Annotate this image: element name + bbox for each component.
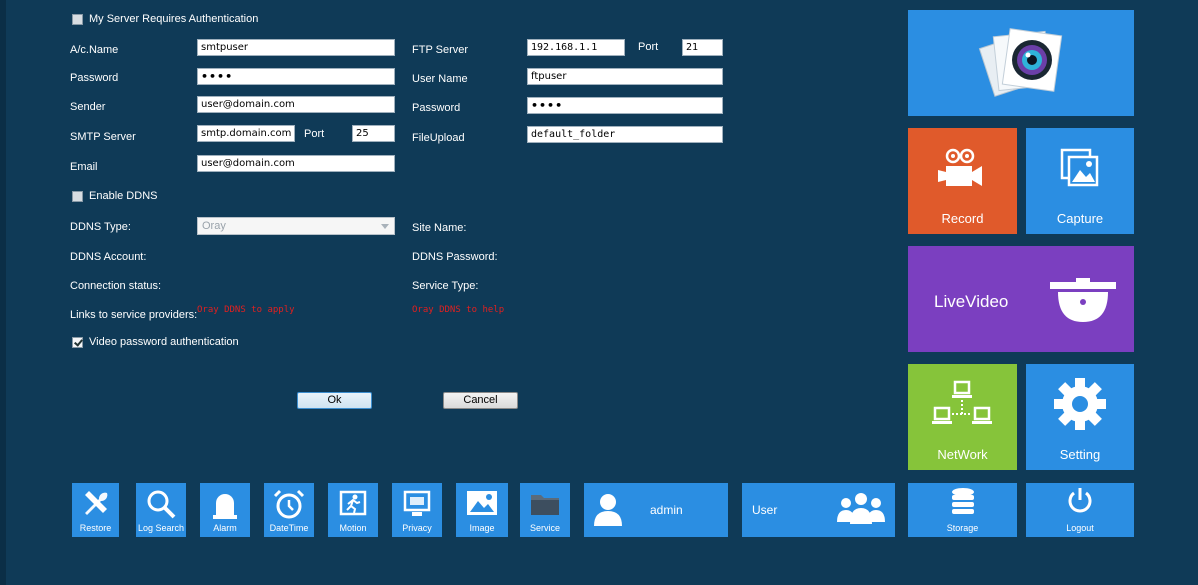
photo-gallery-icon: [978, 28, 1063, 97]
video-auth-checkbox[interactable]: [72, 337, 83, 348]
account-field[interactable]: smtpuser: [197, 39, 395, 56]
user-avatar-icon: [594, 494, 622, 526]
smtp-port-field[interactable]: 25: [352, 125, 395, 142]
site-name-label: Site Name:: [412, 222, 467, 234]
video-auth-label: Video password authentication: [89, 336, 239, 348]
smtp-server-label: SMTP Server: [70, 131, 136, 143]
motion-label: Motion: [339, 523, 367, 533]
connection-status-label: Connection status:: [70, 280, 162, 292]
record-tile[interactable]: Record: [908, 128, 1017, 234]
ftp-port-field[interactable]: 21: [682, 39, 723, 56]
datetime-label: DateTime: [269, 523, 309, 533]
ddns-type-value: Oray: [202, 220, 226, 232]
setting-tile[interactable]: Setting: [1026, 364, 1134, 470]
capture-label: Capture: [1056, 211, 1104, 226]
account-label: A/c.Name: [70, 44, 119, 56]
logout-tile[interactable]: Logout: [1026, 483, 1134, 537]
capture-tile[interactable]: Capture: [1026, 128, 1134, 234]
storage-database-icon: [952, 488, 974, 514]
password-field[interactable]: ••••: [197, 68, 395, 85]
privacy-button[interactable]: Privacy: [392, 483, 442, 537]
links-label: Links to service providers:: [70, 309, 198, 321]
image-icon: [467, 491, 497, 515]
email-label: Email: [70, 161, 98, 173]
smtp-port-label: Port: [304, 128, 325, 140]
user-label: User: [752, 503, 778, 517]
sender-label: Sender: [70, 101, 106, 113]
user-group-panel[interactable]: User: [742, 483, 895, 537]
cancel-button[interactable]: Cancel: [443, 392, 518, 409]
alarm-icon: [213, 494, 237, 519]
ddns-account-label: DDNS Account:: [70, 251, 147, 263]
search-icon: [147, 490, 176, 519]
image-label: Image: [469, 523, 495, 533]
motion-button[interactable]: Motion: [328, 483, 378, 537]
network-tile[interactable]: NetWork: [908, 364, 1017, 470]
password-label: Password: [70, 72, 119, 84]
ftp-server-field[interactable]: 192.168.1.1: [527, 39, 625, 56]
smtp-server-field[interactable]: smtp.domain.com: [197, 125, 295, 142]
admin-label: admin: [650, 503, 683, 517]
dome-camera-icon: [1050, 278, 1116, 322]
restore-button[interactable]: Restore: [72, 483, 119, 537]
admin-user-panel[interactable]: admin: [584, 483, 728, 537]
folder-icon: [531, 495, 559, 515]
privacy-label: Privacy: [402, 523, 432, 533]
power-icon: [1068, 488, 1092, 513]
record-label: Record: [941, 211, 984, 226]
ftp-password-field[interactable]: ••••: [527, 97, 723, 114]
service-label: Service: [529, 523, 560, 533]
alarm-label: Alarm: [213, 523, 237, 533]
email-field[interactable]: user@domain.com: [197, 155, 395, 172]
log-search-button[interactable]: Log Search: [136, 483, 186, 537]
tools-icon: [84, 491, 107, 515]
oray-apply-link[interactable]: Oray DDNS to apply: [197, 305, 295, 315]
ddns-type-select[interactable]: Oray: [197, 217, 395, 235]
storage-label: Storage: [946, 523, 979, 533]
gear-icon: [1054, 378, 1106, 430]
enable-ddns-label: Enable DDNS: [89, 190, 158, 202]
restore-label: Restore: [79, 523, 112, 533]
image-button[interactable]: Image: [456, 483, 508, 537]
clock-icon: [273, 489, 305, 519]
oray-help-link[interactable]: Oray DDNS to help: [412, 305, 504, 315]
auth-label: My Server Requires Authentication: [89, 13, 259, 25]
storage-tile[interactable]: Storage: [908, 483, 1017, 537]
ftp-username-label: User Name: [412, 73, 468, 85]
livevideo-tile[interactable]: LiveVideo: [908, 246, 1134, 352]
setting-label: Setting: [1059, 447, 1101, 462]
network-icon: [932, 380, 992, 424]
capture-image-icon: [1060, 148, 1099, 187]
ddns-type-label: DDNS Type:: [70, 221, 131, 233]
ok-button[interactable]: Ok: [297, 392, 372, 409]
ftp-password-label: Password: [412, 102, 461, 114]
ftp-username-field[interactable]: ftpuser: [527, 68, 723, 85]
service-type-label: Service Type:: [412, 280, 479, 292]
ftp-server-label: FTP Server: [412, 44, 469, 56]
log-search-label: Log Search: [137, 523, 185, 533]
auth-checkbox[interactable]: [72, 14, 83, 25]
alarm-button[interactable]: Alarm: [200, 483, 250, 537]
video-camera-icon: [938, 148, 982, 186]
privacy-icon: [403, 490, 431, 516]
ftp-port-label: Port: [638, 41, 659, 53]
ftp-upload-field[interactable]: default_folder: [527, 126, 723, 143]
datetime-button[interactable]: DateTime: [264, 483, 314, 537]
livevideo-label: LiveVideo: [934, 292, 1009, 311]
chevron-down-icon: [381, 224, 389, 229]
network-label: NetWork: [937, 447, 988, 462]
ftp-upload-label: FileUpload: [412, 132, 465, 144]
service-button[interactable]: Service: [520, 483, 570, 537]
enable-ddns-checkbox[interactable]: [72, 191, 83, 202]
motion-icon: [339, 490, 367, 516]
sender-field[interactable]: user@domain.com: [197, 96, 395, 113]
logout-label: Logout: [1066, 523, 1094, 533]
ddns-password-label: DDNS Password:: [412, 251, 498, 263]
user-group-icon: [837, 493, 885, 524]
gallery-tile[interactable]: [908, 10, 1134, 116]
